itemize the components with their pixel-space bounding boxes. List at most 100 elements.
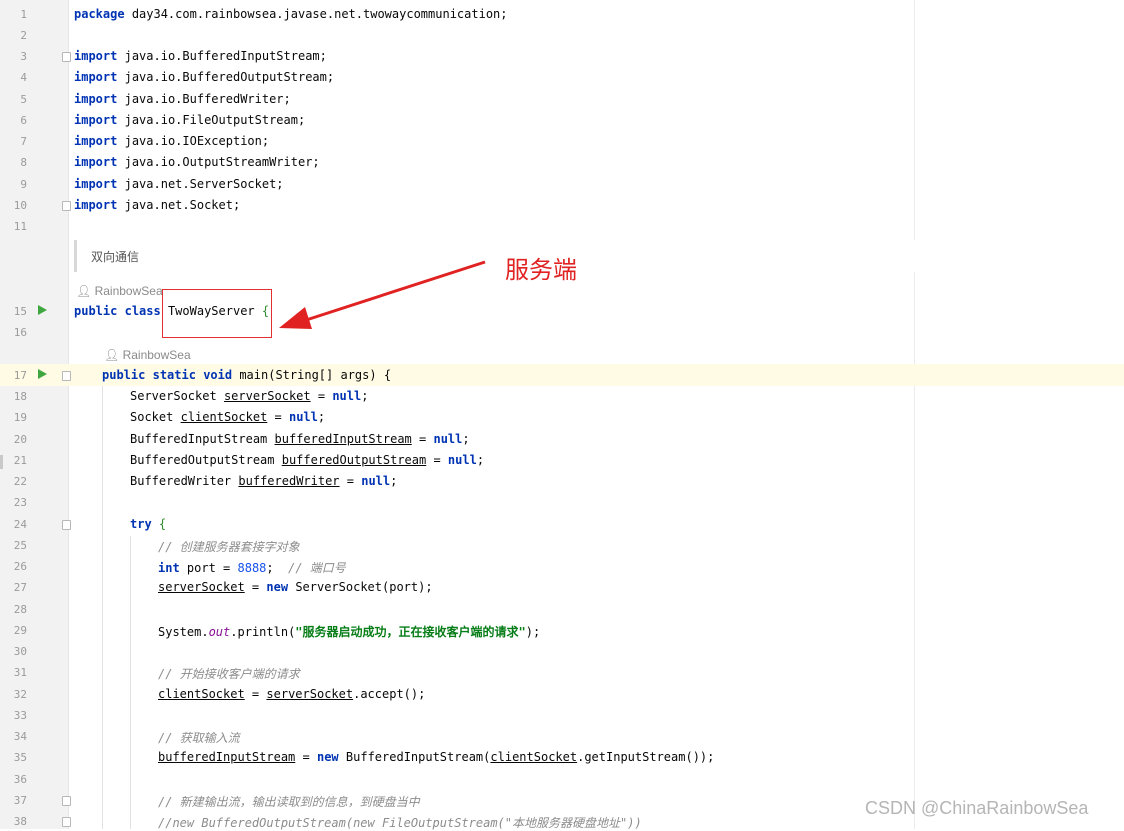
line-number: 31: [13, 666, 27, 679]
line-number: 17: [13, 369, 27, 382]
keyword: void: [203, 368, 233, 382]
fold-comment-icon[interactable]: [62, 796, 71, 806]
line-number: 3: [20, 50, 27, 63]
code-line[interactable]: serverSocket = new ServerSocket(port);: [158, 580, 433, 594]
constructor-call: BufferedInputStream(: [345, 750, 491, 764]
keyword: import: [74, 113, 118, 127]
keyword: public: [74, 304, 118, 318]
line-number: 7: [20, 135, 27, 148]
code-comment[interactable]: // 新建输出流，输出读取到的信息，到硬盘当中: [158, 793, 420, 810]
code-comment[interactable]: // 创建服务器套接字对象: [158, 538, 300, 555]
inline-comment: // 端口号: [288, 561, 346, 575]
line-number: 10: [13, 199, 27, 212]
code-line-import[interactable]: import java.io.FileOutputStream;: [74, 113, 305, 127]
port-decl: port =: [186, 561, 238, 575]
author-hint[interactable]: 👤︎ RainbowSea: [104, 348, 191, 362]
code-line-import[interactable]: import java.io.OutputStreamWriter;: [74, 155, 320, 169]
method-call: .getInputStream());: [577, 750, 715, 764]
fold-try-icon[interactable]: [62, 520, 71, 530]
line-number: 35: [13, 751, 27, 764]
line-number: 11: [13, 220, 27, 233]
line-number: 38: [13, 815, 27, 828]
variable: bufferedOutputStream: [281, 453, 427, 467]
variable: bufferedInputStream: [158, 750, 296, 764]
indent-guide: [130, 536, 131, 829]
arrow-head: [279, 307, 312, 329]
fold-imports-end-icon[interactable]: [62, 201, 71, 211]
code-line-println[interactable]: System.out.println("服务器启动成功，正在接收客户端的请求")…: [158, 623, 540, 640]
line-number: 9: [20, 178, 27, 191]
code-line[interactable]: bufferedInputStream = new BufferedInputS…: [158, 750, 714, 764]
code-line-main[interactable]: public static void main(String[] args) {: [102, 368, 391, 382]
code-line-import[interactable]: import java.net.Socket;: [74, 198, 240, 212]
string-literal: "服务器启动成功，正在接收客户端的请求": [295, 625, 526, 639]
variable: clientSocket: [490, 750, 578, 764]
line-number: 30: [13, 645, 27, 658]
code-line-import[interactable]: import java.io.BufferedOutputStream;: [74, 70, 334, 84]
import-path: java.io.BufferedWriter;: [124, 92, 291, 106]
line-number: 6: [20, 114, 27, 127]
code-line-import[interactable]: import java.io.BufferedInputStream;: [74, 49, 327, 63]
code-comment[interactable]: // 开始接收客户端的请求: [158, 665, 300, 682]
code-line[interactable]: ServerSocket serverSocket = null;: [130, 389, 368, 403]
keyword: import: [74, 177, 118, 191]
keyword: new: [316, 750, 339, 764]
line-number: 19: [13, 411, 27, 424]
code-line[interactable]: BufferedInputStream bufferedInputStream …: [130, 432, 470, 446]
line-number: 37: [13, 794, 27, 807]
code-line[interactable]: BufferedWriter bufferedWriter = null;: [130, 474, 397, 488]
code-line-import[interactable]: import java.io.BufferedWriter;: [74, 92, 291, 106]
javadoc-rendered[interactable]: 双向通信: [74, 240, 917, 272]
variable: bufferedWriter: [238, 474, 340, 488]
fold-method-icon[interactable]: [62, 371, 71, 381]
line-number: 1: [20, 8, 27, 21]
line-number: 5: [20, 93, 27, 106]
line-number: 32: [13, 688, 27, 701]
package-name: day34.com.rainbowsea.javase.net.twowayco…: [131, 7, 508, 21]
fold-imports-icon[interactable]: [62, 52, 71, 62]
code-line-import[interactable]: import java.io.IOException;: [74, 134, 269, 148]
line-number: 28: [13, 603, 27, 616]
keyword: import: [74, 49, 118, 63]
user-icon: 👤︎: [104, 348, 120, 362]
keyword: public: [102, 368, 146, 382]
line-number: 24: [13, 518, 27, 531]
keyword: class: [124, 304, 161, 318]
import-path: java.io.OutputStreamWriter;: [124, 155, 320, 169]
type-name: BufferedWriter: [130, 474, 232, 488]
variable: clientSocket: [180, 410, 268, 424]
line-number: 36: [13, 773, 27, 786]
code-line-package[interactable]: package day34.com.rainbowsea.javase.net.…: [74, 7, 508, 21]
code-line[interactable]: BufferedOutputStream bufferedOutputStrea…: [130, 453, 484, 467]
keyword: new: [266, 580, 289, 594]
line-number: 33: [13, 709, 27, 722]
method-signature: main(String[] args) {: [239, 368, 392, 382]
import-path: java.io.IOException;: [124, 134, 270, 148]
highlight-box: [162, 289, 272, 338]
fold-comment-end-icon[interactable]: [62, 817, 71, 827]
keyword: null: [361, 474, 391, 488]
watermark: CSDN @ChinaRainbowSea: [865, 798, 1089, 818]
code-line-try[interactable]: try {: [130, 517, 166, 531]
code-line-import[interactable]: import java.net.ServerSocket;: [74, 177, 284, 191]
code-comment[interactable]: // 获取输入流: [158, 729, 240, 746]
code-comment[interactable]: //new BufferedOutputStream(new FileOutpu…: [158, 814, 642, 831]
variable: clientSocket: [158, 687, 245, 701]
import-path: java.io.FileOutputStream;: [124, 113, 306, 127]
code-line[interactable]: clientSocket = serverSocket.accept();: [158, 687, 425, 701]
author-hint[interactable]: 👤︎ RainbowSea: [76, 284, 163, 298]
keyword: package: [74, 7, 125, 21]
keyword: null: [332, 389, 362, 403]
annotation-label: 服务端: [505, 257, 577, 284]
variable: serverSocket: [223, 389, 311, 403]
line-number: 8: [20, 156, 27, 169]
run-main-icon[interactable]: [38, 369, 47, 379]
code-line[interactable]: int port = 8888; // 端口号: [158, 559, 346, 576]
line-number: 27: [13, 581, 27, 594]
type-name: ServerSocket: [130, 389, 217, 403]
open-brace: {: [158, 517, 167, 531]
code-line[interactable]: Socket clientSocket = null;: [130, 410, 325, 424]
constructor-call: ServerSocket(port);: [295, 580, 433, 594]
static-field: out: [208, 625, 231, 639]
run-class-icon[interactable]: [38, 305, 47, 315]
